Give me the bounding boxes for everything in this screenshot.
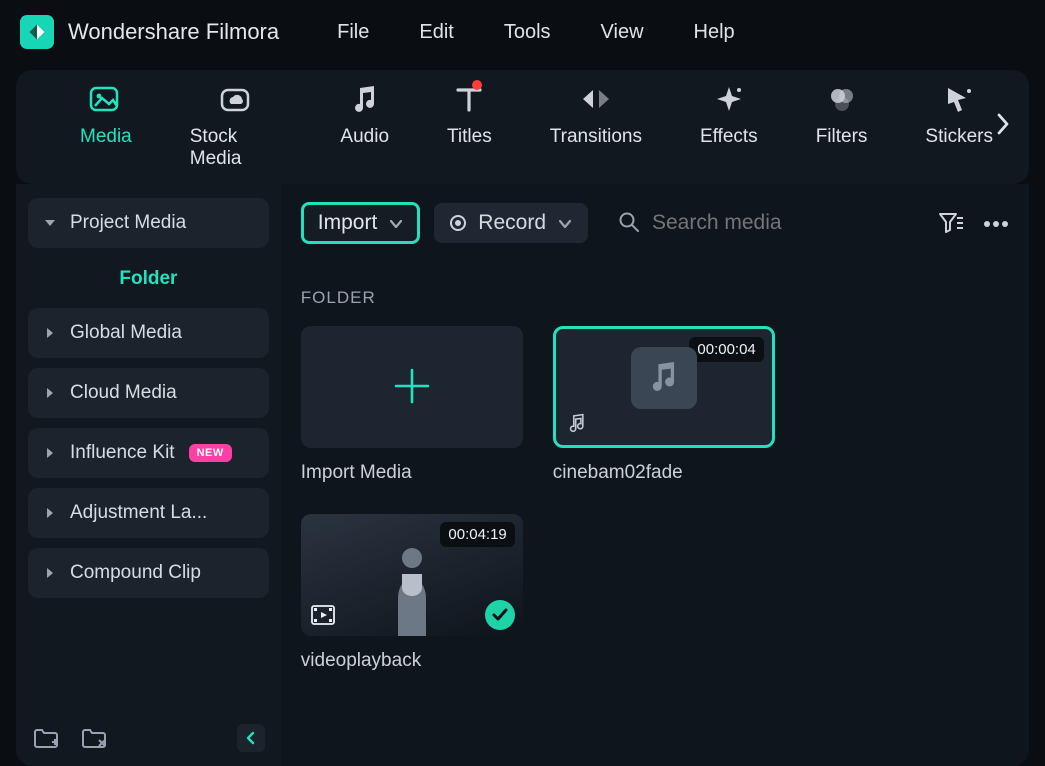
import-media-tile[interactable]: Import Media	[301, 326, 523, 484]
tab-label: Media	[80, 126, 132, 148]
music-note-icon	[566, 412, 588, 437]
sidebar-item-label: Adjustment La...	[70, 502, 207, 524]
clip-duration: 00:04:19	[440, 522, 514, 547]
ribbon-more-button[interactable]	[993, 111, 1019, 143]
tab-label: Audio	[340, 126, 389, 148]
cloud-image-icon	[219, 84, 253, 114]
menu-tools[interactable]: Tools	[504, 21, 551, 44]
chevron-down-icon	[389, 211, 403, 235]
import-button[interactable]: Import	[301, 202, 421, 244]
chevron-right-icon	[44, 507, 56, 519]
app-logo-icon	[20, 15, 54, 49]
tab-stock-media[interactable]: Stock Media	[190, 84, 283, 170]
menu-edit[interactable]: Edit	[419, 21, 453, 44]
sidebar-item-cloud-media[interactable]: Cloud Media	[28, 368, 269, 418]
ribbon: Media Stock Media Audio Titles Transi	[16, 70, 1029, 184]
sidebar: Project Media Folder Global Media Cloud …	[16, 184, 281, 766]
sidebar-item-label: Cloud Media	[70, 382, 177, 404]
tab-label: Effects	[700, 126, 758, 148]
search-field[interactable]	[618, 211, 923, 236]
menu-bar: File Edit Tools View Help	[337, 21, 735, 44]
app-title: Wondershare Filmora	[68, 19, 279, 45]
sidebar-item-global-media[interactable]: Global Media	[28, 308, 269, 358]
button-label: Record	[478, 211, 546, 235]
collapse-sidebar-button[interactable]	[237, 724, 265, 752]
tab-label: Titles	[447, 126, 492, 148]
titlebar: Wondershare Filmora File Edit Tools View…	[0, 0, 1045, 64]
button-label: Import	[318, 211, 378, 235]
music-note-icon	[645, 357, 683, 398]
sidebar-item-adjustment-layer[interactable]: Adjustment La...	[28, 488, 269, 538]
search-input[interactable]	[652, 211, 923, 235]
main-area: Project Media Folder Global Media Cloud …	[16, 184, 1029, 766]
media-toolbar: Import Record	[301, 202, 1009, 244]
record-button[interactable]: Record	[434, 203, 588, 243]
sidebar-item-label: Global Media	[70, 322, 182, 344]
tab-filters[interactable]: Filters	[816, 84, 868, 170]
tab-label: Stock Media	[190, 126, 283, 170]
chevron-right-icon	[44, 387, 56, 399]
image-icon	[89, 84, 123, 114]
plus-icon	[390, 364, 434, 411]
person-silhouette-icon	[382, 538, 442, 636]
sparkle-icon	[712, 84, 746, 114]
used-check-icon	[485, 600, 515, 630]
sidebar-subitem-folder[interactable]: Folder	[28, 258, 269, 298]
more-options-button[interactable]	[983, 215, 1009, 231]
media-clip-video[interactable]: 00:04:19 videoplayback	[301, 514, 523, 672]
sidebar-item-label: Compound Clip	[70, 562, 201, 584]
music-note-icon	[348, 84, 382, 114]
clip-duration: 00:00:04	[689, 337, 763, 362]
section-heading: FOLDER	[301, 288, 1009, 308]
transition-icon	[579, 84, 613, 114]
sidebar-bottom-toolbar	[32, 724, 265, 752]
sidebar-item-label: Project Media	[70, 212, 186, 234]
tab-label: Stickers	[925, 126, 993, 148]
clip-thumbnail[interactable]: 00:04:19	[301, 514, 523, 636]
tab-media[interactable]: Media	[80, 84, 132, 170]
filter-sort-button[interactable]	[937, 210, 963, 237]
menu-file[interactable]: File	[337, 21, 369, 44]
remove-folder-button[interactable]	[80, 724, 108, 752]
chevron-right-icon	[44, 327, 56, 339]
media-grid: Import Media 00:00:04 cinebam02fade	[301, 326, 1009, 672]
tab-titles[interactable]: Titles	[447, 84, 492, 170]
chevron-down-icon	[44, 217, 56, 229]
tab-stickers[interactable]: Stickers	[925, 84, 993, 170]
record-icon	[450, 215, 466, 231]
media-panel: Import Record	[281, 184, 1029, 766]
cursor-sparkle-icon	[942, 84, 976, 114]
tile-label: Import Media	[301, 462, 523, 484]
clip-name: videoplayback	[301, 650, 523, 672]
text-icon	[452, 84, 486, 114]
notification-dot-icon	[472, 80, 482, 90]
tab-transitions[interactable]: Transitions	[550, 84, 642, 170]
media-clip-audio[interactable]: 00:00:04 cinebam02fade	[553, 326, 775, 484]
filters-icon	[825, 84, 859, 114]
sidebar-item-compound-clip[interactable]: Compound Clip	[28, 548, 269, 598]
chevron-right-icon	[44, 447, 56, 459]
filmstrip-icon	[311, 605, 335, 628]
tab-label: Transitions	[550, 126, 642, 148]
tab-effects[interactable]: Effects	[700, 84, 758, 170]
chevron-right-icon	[44, 567, 56, 579]
new-folder-button[interactable]	[32, 724, 60, 752]
menu-help[interactable]: Help	[694, 21, 735, 44]
sidebar-item-project-media[interactable]: Project Media	[28, 198, 269, 248]
chevron-down-icon	[558, 211, 572, 235]
tab-audio[interactable]: Audio	[340, 84, 389, 170]
new-badge: NEW	[189, 444, 232, 462]
import-media-thumb[interactable]	[301, 326, 523, 448]
clip-name: cinebam02fade	[553, 462, 775, 484]
sidebar-item-label: Influence Kit	[70, 442, 175, 464]
search-icon	[618, 211, 640, 236]
sidebar-item-influence-kit[interactable]: Influence Kit NEW	[28, 428, 269, 478]
clip-thumbnail[interactable]: 00:00:04	[553, 326, 775, 448]
tab-label: Filters	[816, 126, 868, 148]
menu-view[interactable]: View	[601, 21, 644, 44]
